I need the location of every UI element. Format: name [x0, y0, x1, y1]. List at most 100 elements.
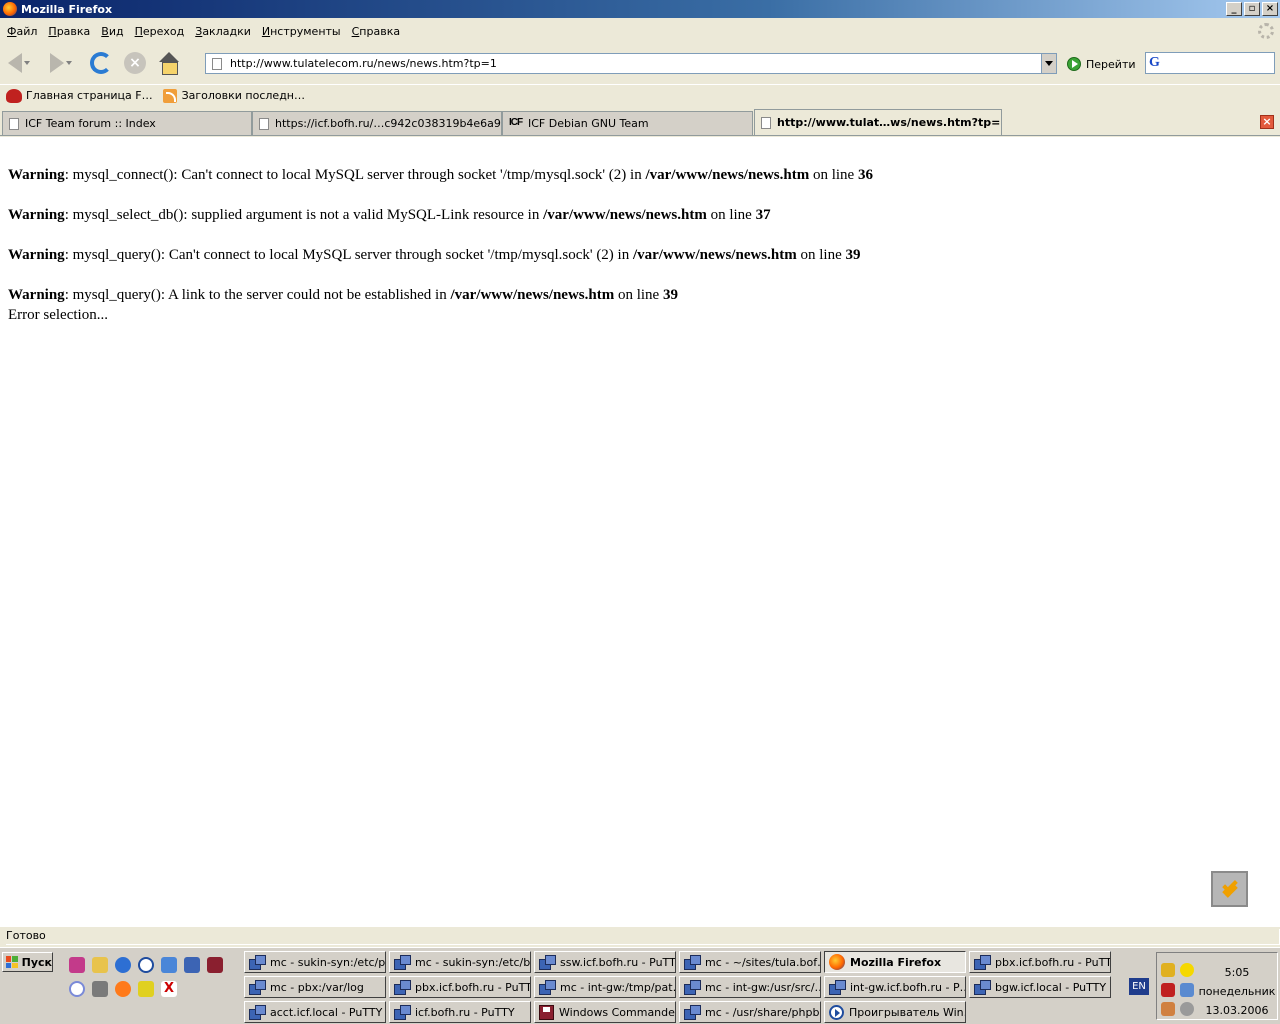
- back-button[interactable]: [4, 48, 34, 78]
- go-icon: [1067, 57, 1081, 71]
- tab-tulatelecom[interactable]: http://www.tulat…ws/news.htm?tp=1: [754, 109, 1002, 135]
- red-hat-icon: [6, 88, 22, 103]
- antivirus-icon[interactable]: [1161, 983, 1175, 997]
- putty-icon[interactable]: [184, 957, 200, 973]
- menu-tools[interactable]: Инструменты: [257, 25, 346, 38]
- clock[interactable]: 5:05 понедельник 13.03.2006: [1195, 963, 1279, 1020]
- tab-label: ICF Team forum :: Index: [25, 117, 156, 130]
- stop-icon: ×: [124, 52, 146, 74]
- tab-icf-forum[interactable]: ICF Team forum :: Index: [2, 111, 252, 135]
- taskbar-button[interactable]: acct.icf.local - PuTTY: [244, 1001, 386, 1023]
- terminal-icon[interactable]: [92, 981, 108, 997]
- taskbar-button-label: Windows Commande…: [559, 1005, 676, 1019]
- menu-view[interactable]: Вид: [96, 25, 128, 38]
- putty-icon: [249, 1005, 266, 1020]
- window-controls: _ ▫ ×: [1224, 2, 1278, 16]
- taskbar-button-label: mc - sukin-syn:/etc/p…: [270, 955, 386, 969]
- address-bar[interactable]: http://www.tulatelecom.ru/news/news.htm?…: [205, 53, 1057, 74]
- url-text[interactable]: http://www.tulatelecom.ru/news/news.htm?…: [230, 57, 1041, 70]
- close-tab-icon[interactable]: ×: [1260, 115, 1274, 129]
- tab-bar: ICF Team forum :: Index https://icf.bofh…: [0, 108, 1280, 136]
- taskbar-button[interactable]: mc - ~/sites/tula.bof…: [679, 951, 821, 973]
- menu-help[interactable]: Справка: [347, 25, 405, 38]
- language-indicator[interactable]: EN: [1129, 978, 1149, 995]
- taskbar-button[interactable]: mc - sukin-syn:/etc/p…: [244, 951, 386, 973]
- title-bar: Mozilla Firefox _ ▫ ×: [0, 0, 1280, 18]
- menu-file[interactable]: Файл: [2, 25, 42, 38]
- reload-button[interactable]: [86, 48, 116, 78]
- taskbar-button[interactable]: int-gw.icf.bofh.ru - P…: [824, 976, 966, 998]
- network-tray-icon[interactable]: [1180, 983, 1194, 997]
- taskbar-button[interactable]: pbx.icf.bofh.ru - PuTTY: [389, 976, 531, 998]
- warning-on-line: on line: [796, 247, 846, 263]
- warning-on-line: on line: [614, 287, 663, 303]
- outlook-icon[interactable]: [161, 957, 177, 973]
- bookmark-headlines[interactable]: Заголовки последн…: [162, 88, 305, 103]
- start-button[interactable]: Пуск: [2, 952, 53, 972]
- taskbar-button[interactable]: mc - pbx:/var/log: [244, 976, 386, 998]
- warning-text: : mysql_query(): A link to the server co…: [64, 287, 451, 303]
- menu-go[interactable]: Переход: [130, 25, 190, 38]
- url-history-dropdown[interactable]: [1041, 54, 1056, 73]
- warning-text: : mysql_select_db(): supplied argument i…: [64, 207, 544, 223]
- taskbar-button[interactable]: pbx.icf.bofh.ru - PuTTY: [969, 951, 1111, 973]
- home-button[interactable]: [154, 48, 184, 78]
- sync-icon[interactable]: [69, 981, 85, 997]
- taskbar-button[interactable]: ssw.icf.bofh.ru - PuTTY: [534, 951, 676, 973]
- floppy-disk-icon[interactable]: [207, 957, 223, 973]
- bookmark-label: Главная страница F…: [26, 89, 153, 102]
- putty-icon: [829, 980, 846, 995]
- clock-weekday: понедельник: [1198, 985, 1276, 998]
- taskbar-button[interactable]: mc - /usr/share/phpb…: [679, 1001, 821, 1023]
- image-tray-icon[interactable]: [1161, 1002, 1175, 1016]
- page-icon: [9, 117, 19, 130]
- tab-icf-bofh[interactable]: https://icf.bofh.ru/…c942c038319b4e6a9bd: [252, 111, 502, 135]
- warning-text: : mysql_connect(): Can't connect to loca…: [64, 167, 646, 183]
- firefox-icon[interactable]: [115, 981, 131, 997]
- network-icon[interactable]: [92, 957, 108, 973]
- menu-edit[interactable]: Правка: [43, 25, 95, 38]
- minimize-button[interactable]: _: [1226, 2, 1242, 16]
- tab-icf-debian[interactable]: ICF ICF Debian GNU Team: [502, 111, 753, 135]
- clock-time: 5:05: [1224, 966, 1250, 979]
- taskbar-button[interactable]: icf.bofh.ru - PuTTY: [389, 1001, 531, 1023]
- forward-button[interactable]: [46, 48, 76, 78]
- google-icon[interactable]: G: [1149, 55, 1167, 71]
- taskbar-button[interactable]: Windows Commande…: [534, 1001, 676, 1023]
- search-box[interactable]: G: [1145, 52, 1275, 74]
- warning-line-number: 37: [755, 207, 771, 223]
- menu-bookmarks[interactable]: Закладки: [190, 25, 256, 38]
- taskbar-button-label: int-gw.icf.bofh.ru - P…: [850, 980, 966, 994]
- x-close-icon[interactable]: X: [161, 981, 177, 997]
- taskbar-button[interactable]: Проигрыватель Win…: [824, 1001, 966, 1023]
- taskbar-button[interactable]: mc - int-gw:/usr/src/…: [679, 976, 821, 998]
- close-button[interactable]: ×: [1262, 2, 1278, 16]
- xchat-icon[interactable]: [138, 981, 154, 997]
- taskbar-button-firefox[interactable]: Mozilla Firefox: [824, 951, 966, 973]
- warning-message: Warning: mysql_connect(): Can't connect …: [8, 165, 1272, 185]
- taskbar-button[interactable]: mc - int-gw:/tmp/pat…: [534, 976, 676, 998]
- putty-icon: [394, 955, 411, 970]
- warning-text: : mysql_query(): Can't connect to local …: [64, 247, 633, 263]
- star-icon[interactable]: [1180, 963, 1194, 977]
- windows-logo-icon: [6, 956, 18, 968]
- menu-bar: Файл Правка Вид Переход Закладки Инструм…: [0, 19, 1280, 43]
- phone-icon[interactable]: [1161, 963, 1175, 977]
- media-player-icon[interactable]: [138, 957, 154, 973]
- putty-icon: [539, 980, 556, 995]
- taskbar-button[interactable]: bgw.icf.local - PuTTY: [969, 976, 1111, 998]
- taskbar-button[interactable]: mc - sukin-syn:/etc/b…: [389, 951, 531, 973]
- forward-history-dropdown-icon[interactable]: [66, 61, 72, 65]
- maximize-button[interactable]: ▫: [1244, 2, 1260, 16]
- stop-button[interactable]: ×: [120, 48, 150, 78]
- internet-explorer-icon[interactable]: [115, 957, 131, 973]
- back-history-dropdown-icon[interactable]: [24, 61, 30, 65]
- tab-label: ICF Debian GNU Team: [528, 117, 649, 130]
- media-player-icon: [829, 1004, 844, 1020]
- volume-icon[interactable]: [1180, 1002, 1194, 1016]
- bookmark-home[interactable]: Главная страница F…: [6, 88, 153, 103]
- scroll-down-button[interactable]: [1211, 871, 1248, 907]
- infinity-icon[interactable]: [69, 957, 85, 973]
- go-button[interactable]: Перейти: [1067, 54, 1136, 74]
- clock-date: 13.03.2006: [1205, 1004, 1269, 1017]
